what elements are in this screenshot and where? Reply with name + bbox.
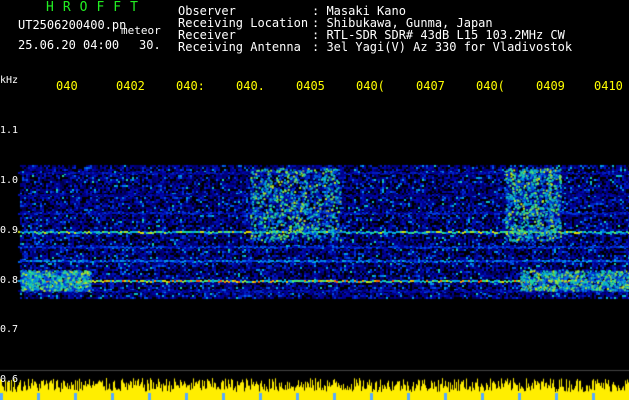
y-tick-label: 0.7 bbox=[0, 324, 19, 335]
x-tick-label: 040( bbox=[476, 79, 505, 93]
y-axis-unit: kHz bbox=[0, 75, 19, 86]
interval-value: 30. bbox=[139, 38, 161, 52]
x-tick-label: 0407 bbox=[416, 79, 445, 93]
x-tick-label: 040: bbox=[176, 79, 205, 93]
brand-title: HROFFT bbox=[46, 0, 147, 15]
spectrogram-canvas bbox=[0, 0, 629, 400]
y-tick-label: 1.0 bbox=[0, 175, 19, 186]
y-tick-label: 0.9 bbox=[0, 225, 19, 236]
y-tick-label: 1.1 bbox=[0, 125, 19, 136]
mode-tag: meteor bbox=[121, 24, 161, 37]
info-row-antenna: Receiving Antenna : 3el Yagi(V) Az 330 fo… bbox=[178, 41, 572, 53]
x-tick-label: 040. bbox=[236, 79, 265, 93]
x-tick-label: 0405 bbox=[296, 79, 325, 93]
y-tick-label: 0.8 bbox=[0, 275, 19, 286]
info-label: Receiving Antenna bbox=[178, 40, 301, 54]
x-tick-label: 040( bbox=[356, 79, 385, 93]
x-tick-label: 040 bbox=[56, 79, 78, 93]
date-time: 25.06.20 04:00 bbox=[18, 38, 120, 52]
x-tick-label: 0410 bbox=[594, 79, 623, 93]
x-tick-label: 0409 bbox=[536, 79, 565, 93]
x-tick-label: 0402 bbox=[116, 79, 145, 93]
y-tick-label: 0.6 bbox=[0, 374, 19, 385]
info-value: : 3el Yagi(V) Az 330 for Vladivostok bbox=[312, 40, 573, 54]
file-name: UT2506200400.pn bbox=[18, 18, 127, 32]
